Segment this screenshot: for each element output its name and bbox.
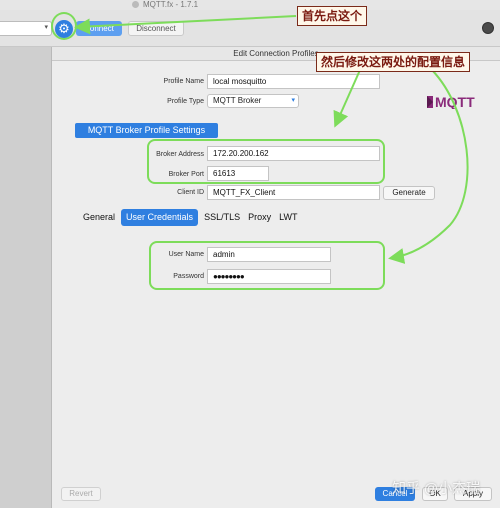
highlight-user-credentials [149,241,385,290]
profile-name-label: Profile Name [163,78,204,85]
tab-proxy[interactable]: Proxy [244,209,275,226]
revert-button[interactable]: Revert [61,487,101,501]
profile-name-input[interactable]: local mosquitto [207,74,380,89]
window-title-text: MQTT.fx - 1.7.1 [143,0,199,9]
profile-type-select[interactable]: MQTT Broker ▾ [207,94,299,108]
callout-first-step: 首先点这个 [297,6,368,26]
client-id-label: Client ID [177,189,204,196]
profile-type-value: MQTT Broker [213,96,262,105]
client-id-input[interactable]: MQTT_FX_Client [207,185,380,200]
chevron-down-icon: ▾ [291,97,295,104]
connection-status-indicator [482,22,494,34]
profiles-sidebar [0,47,52,508]
broker-section-title: MQTT Broker Profile Settings [75,123,218,138]
profile-select[interactable]: ▾ [0,21,52,36]
app-icon [132,1,139,8]
highlight-broker-settings [147,139,385,184]
profile-type-label: Profile Type [167,98,204,105]
connect-button[interactable]: Connect [76,21,122,36]
tab-user-credentials[interactable]: User Credentials [121,209,199,226]
highlight-gear [51,12,77,40]
generate-button[interactable]: Generate [383,186,435,200]
chevron-down-icon: ▾ [44,24,48,31]
title-bar: MQTT.fx - 1.7.1 [0,0,500,10]
callout-second-step: 然后修改这两处的配置信息 [316,52,471,72]
window-title: MQTT.fx - 1.7.1 [132,0,198,9]
tab-general[interactable]: General [79,209,119,226]
settings-tabs: General User Credentials SSL/TLS Proxy L… [79,209,301,226]
tab-ssl-tls[interactable]: SSL/TLS [200,209,244,226]
mqtt-logo: MQTT [427,94,475,109]
tab-lwt[interactable]: LWT [275,209,301,226]
watermark: 知乎 @小杰瑞 [392,480,481,496]
mqtt-logo-text: MQTT [435,94,475,109]
disconnect-button[interactable]: Disconnect [128,21,184,36]
